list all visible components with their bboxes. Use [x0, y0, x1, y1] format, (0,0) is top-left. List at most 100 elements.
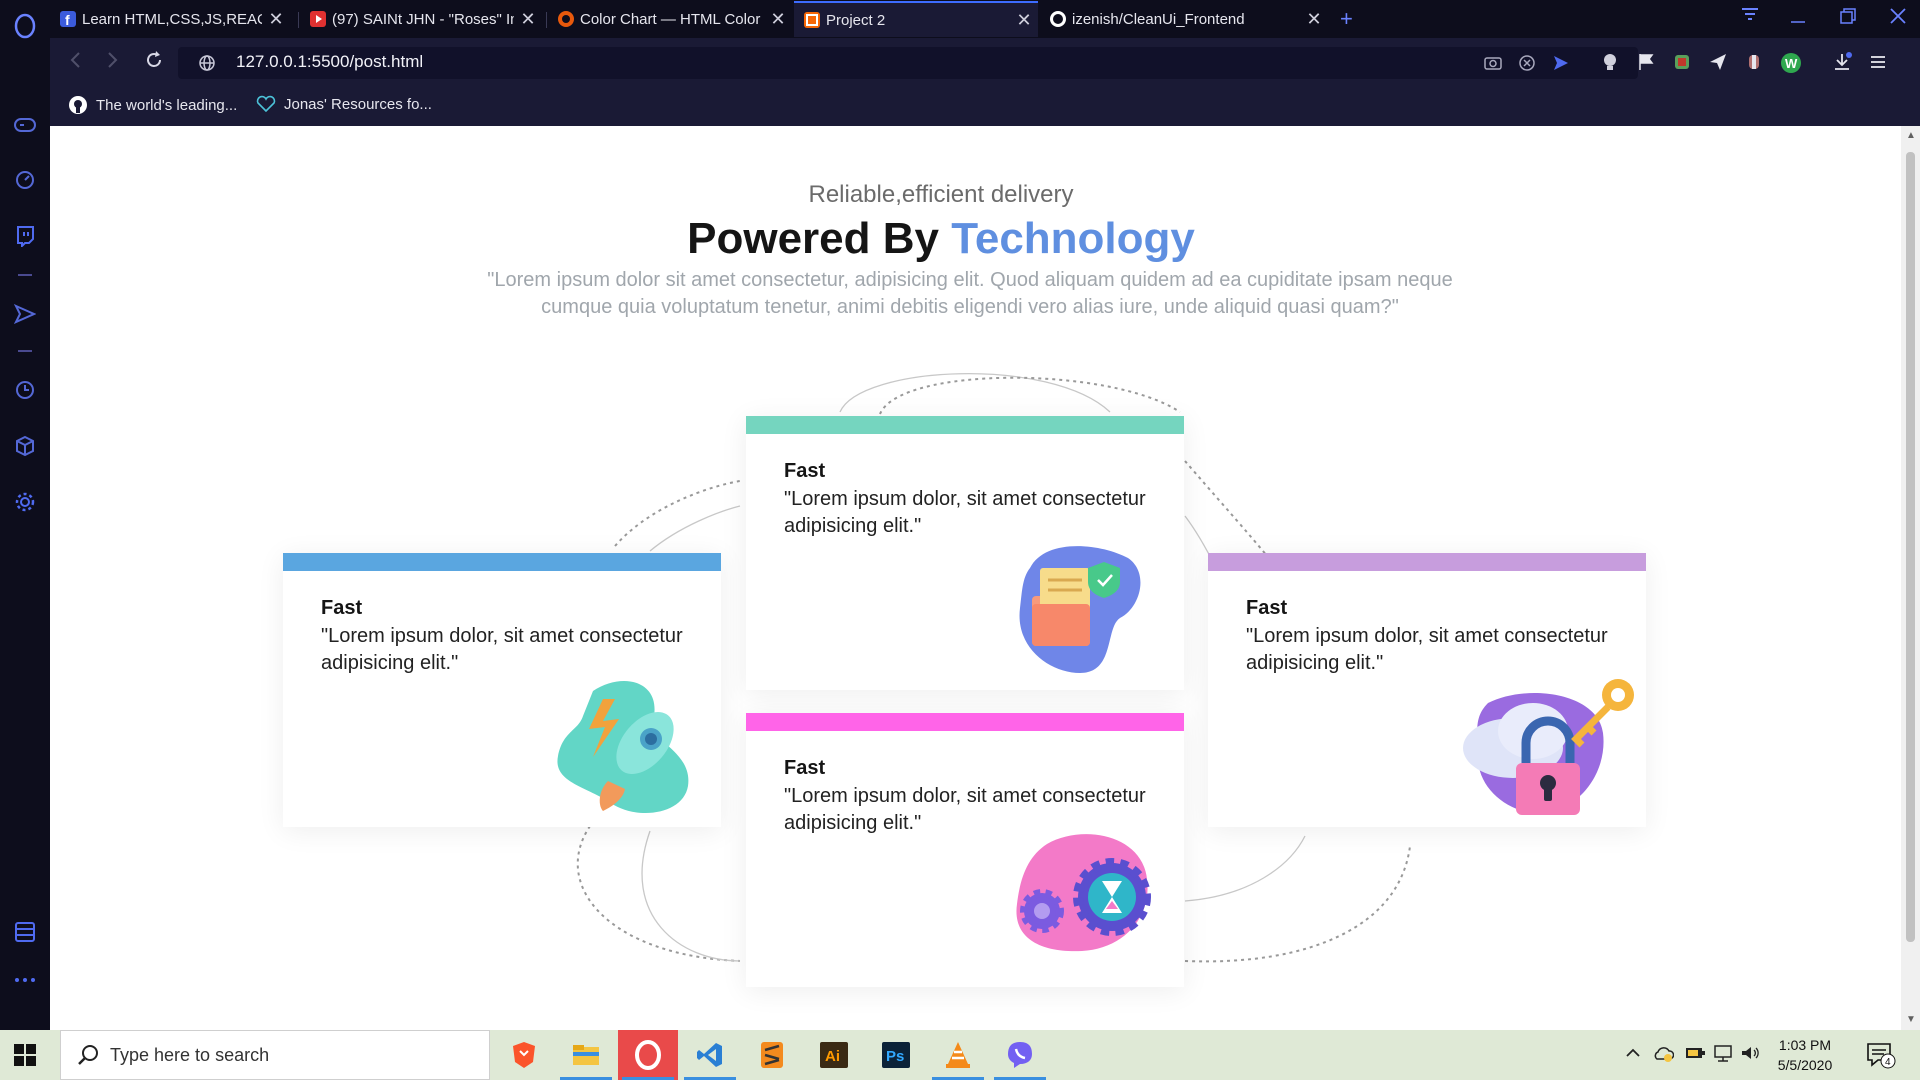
photoshop-icon[interactable]: Ps	[866, 1030, 926, 1080]
twitch-icon[interactable]	[0, 216, 50, 256]
tab-title: (97) SAINt JHN - "Roses" Im	[332, 10, 514, 28]
svg-text:W: W	[1785, 56, 1798, 71]
extension-paperplane-icon[interactable]	[1708, 52, 1728, 77]
volume-icon[interactable]	[1740, 1044, 1762, 1067]
feature-card: Fast "Lorem ipsum dolor, sit amet consec…	[283, 553, 721, 827]
downloads-icon[interactable]	[1832, 52, 1852, 77]
send-to-flow-icon[interactable]	[1552, 54, 1570, 77]
search-icon	[77, 1044, 99, 1071]
close-window-icon[interactable]	[1888, 6, 1908, 31]
sidebar-separator	[18, 274, 32, 276]
tab-title: izenish/CleanUi_Frontend	[1072, 10, 1245, 28]
vscode-icon[interactable]	[680, 1030, 740, 1080]
extension-bulb-icon[interactable]	[1600, 52, 1620, 77]
close-tab-icon[interactable]: ✕	[1300, 9, 1328, 30]
svg-text:Ps: Ps	[886, 1048, 904, 1065]
system-clock[interactable]: 1:03 PM 5/5/2020	[1760, 1035, 1850, 1075]
history-icon[interactable]	[0, 370, 50, 410]
scroll-up-icon[interactable]: ▲	[1906, 130, 1916, 141]
forward-icon[interactable]	[106, 50, 120, 76]
settings-gear-icon[interactable]	[0, 482, 50, 522]
scrollbar-thumb[interactable]	[1906, 152, 1915, 942]
tab-project-2[interactable]: Project 2 ✕	[794, 1, 1038, 37]
card-text: "Lorem ipsum dolor, sit amet consectetur…	[321, 625, 683, 674]
opera-menu-icon[interactable]	[0, 6, 50, 46]
ad-block-icon[interactable]	[1518, 54, 1536, 77]
back-icon[interactable]	[68, 50, 82, 76]
feature-card: Fast "Lorem ipsum dolor, sit amet consec…	[1208, 553, 1646, 827]
bookmark-label: The world's leading...	[96, 96, 238, 114]
send-icon[interactable]	[0, 294, 50, 334]
feature-card: Fast "Lorem ipsum dolor, sit amet consec…	[746, 713, 1184, 987]
url-field[interactable]: 127.0.0.1:5500/post.html	[178, 47, 1638, 79]
close-tab-icon[interactable]: ✕	[764, 9, 792, 30]
card-color-bar	[1208, 553, 1646, 571]
more-options-icon[interactable]	[0, 960, 50, 1000]
restore-icon[interactable]	[1838, 6, 1858, 31]
extensions-cube-icon[interactable]	[0, 426, 50, 466]
svg-text:f: f	[65, 12, 70, 27]
card-color-bar	[746, 713, 1184, 731]
tab-youtube[interactable]: (97) SAINt JHN - "Roses" Im ✕	[300, 1, 542, 37]
github-icon	[69, 96, 87, 114]
close-tab-icon[interactable]: ✕	[1010, 10, 1038, 31]
windows-start-icon[interactable]	[14, 1044, 36, 1071]
tab-color-chart[interactable]: Color Chart — HTML Color ✕	[548, 1, 792, 37]
github-icon	[1050, 11, 1066, 27]
reload-icon[interactable]	[144, 50, 164, 76]
file-explorer-icon[interactable]	[556, 1030, 616, 1080]
tab-bar: f Learn HTML,CSS,JS,REACT w ✕ (97) SAINt…	[50, 0, 1920, 38]
svg-text:Ai: Ai	[825, 1048, 840, 1065]
taskbar-search-input[interactable]: Type here to search	[60, 1030, 490, 1080]
tab-learn-html[interactable]: f Learn HTML,CSS,JS,REACT w ✕	[50, 1, 290, 37]
extension-wordpress-icon[interactable]: W	[1780, 52, 1802, 79]
card-title: Fast	[321, 597, 363, 619]
svg-text:4: 4	[1885, 1057, 1891, 1068]
action-center-icon[interactable]: 4	[1866, 1041, 1896, 1074]
bookmark-label: Jonas' Resources fo...	[284, 95, 432, 113]
opera-icon[interactable]	[618, 1030, 678, 1080]
url-text: 127.0.0.1:5500/post.html	[236, 52, 424, 71]
close-tab-icon[interactable]: ✕	[262, 9, 290, 30]
snapshot-camera-icon[interactable]	[1484, 54, 1502, 75]
tab-menu-icon[interactable]	[1740, 6, 1760, 27]
illustrator-icon[interactable]: Ai	[804, 1030, 864, 1080]
heart-icon	[256, 95, 276, 113]
onedrive-icon[interactable]	[1652, 1044, 1675, 1067]
sublime-icon[interactable]	[742, 1030, 802, 1080]
sidebar-toggle-icon[interactable]	[0, 912, 50, 952]
card-title: Fast	[784, 460, 826, 482]
rocket-illustration	[557, 681, 689, 813]
minimize-icon[interactable]	[1788, 6, 1808, 31]
windows-taskbar: Type here to search Ai Ps 1:03 PM 5/5/20…	[0, 1030, 1920, 1080]
sidebar-separator	[18, 350, 32, 352]
page-scrollbar[interactable]: ▲ ▼	[1901, 126, 1920, 1030]
gamepad-icon[interactable]	[0, 105, 50, 145]
tab-divider	[546, 12, 547, 28]
close-tab-icon[interactable]: ✕	[514, 9, 542, 30]
bookmark-github[interactable]: The world's leading...	[68, 95, 237, 115]
feature-card: Fast "Lorem ipsum dolor, sit amet consec…	[746, 416, 1184, 690]
tab-title: Project 2	[826, 11, 886, 29]
show-hidden-icons-icon[interactable]	[1624, 1044, 1642, 1067]
bookmark-jonas[interactable]: Jonas' Resources fo...	[256, 95, 432, 113]
speed-dial-icon[interactable]	[0, 160, 50, 200]
brave-icon[interactable]	[494, 1030, 554, 1080]
network-icon[interactable]	[1712, 1044, 1734, 1067]
extension-flag-icon[interactable]	[1636, 52, 1656, 77]
bookmarks-bar: The world's leading... Jonas' Resources …	[50, 86, 1920, 126]
extension-bug-icon[interactable]	[1744, 52, 1764, 77]
tab-title: Learn HTML,CSS,JS,REACT w	[82, 10, 262, 28]
vlc-icon[interactable]	[928, 1030, 988, 1080]
live-server-icon	[804, 12, 820, 28]
easy-setup-icon[interactable]	[1868, 52, 1888, 77]
tab-github[interactable]: izenish/CleanUi_Frontend ✕	[1040, 1, 1328, 37]
page-viewport: Reliable,efficient delivery Powered By T…	[50, 126, 1901, 1030]
heading-accent: Technology	[951, 214, 1195, 263]
extension-cube-icon[interactable]	[1672, 52, 1692, 77]
scroll-down-icon[interactable]: ▼	[1906, 1014, 1916, 1025]
clock-date: 5/5/2020	[1777, 1057, 1833, 1073]
new-tab-plus-icon[interactable]: +	[1340, 6, 1353, 32]
battery-icon[interactable]	[1684, 1044, 1706, 1067]
viber-icon[interactable]	[990, 1030, 1050, 1080]
